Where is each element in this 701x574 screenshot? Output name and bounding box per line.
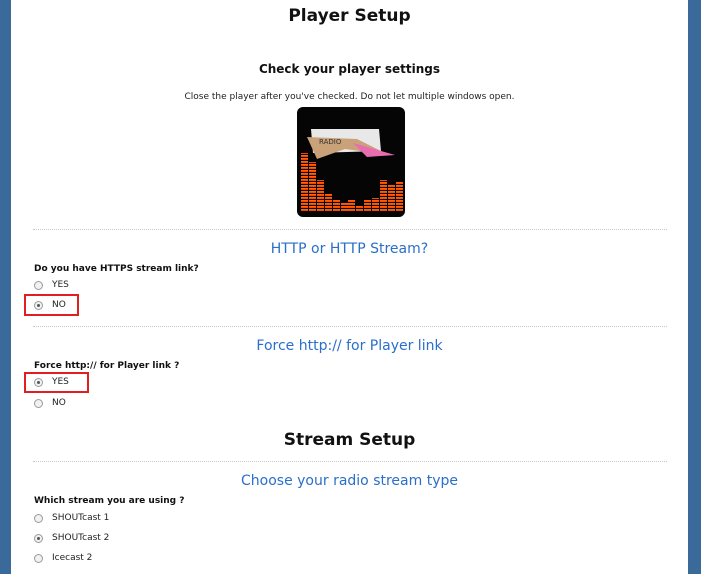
https-section-title: HTTP or HTTP Stream?	[270, 241, 429, 257]
stream-option-shoutcast2[interactable]: SHOUTcast 2	[34, 530, 109, 546]
stream-option-shoutcast1[interactable]: SHOUTcast 1	[34, 510, 109, 526]
stream-question: Which stream you are using ?	[34, 496, 185, 506]
radio-logo-text: RADIO	[319, 138, 342, 146]
highlight-box	[24, 294, 79, 316]
equalizer-bar	[308, 162, 316, 211]
highlight-box	[24, 372, 89, 393]
stream-setup-heading: Stream Setup	[283, 430, 416, 450]
equalizer-bar	[395, 181, 403, 211]
option-label: YES	[52, 280, 69, 290]
equalizer-bar	[380, 180, 387, 211]
equalizer-bar	[316, 180, 324, 211]
radio-button[interactable]	[34, 553, 43, 563]
radio-button[interactable]	[34, 533, 43, 543]
stream-type-title: Choose your radio stream type	[241, 473, 458, 489]
player-preview[interactable]: RADIO	[297, 107, 405, 217]
equalizer-bar	[301, 153, 308, 211]
force-question: Force http:// for Player link ?	[34, 361, 180, 371]
force-option-no[interactable]: NO	[34, 395, 66, 411]
divider	[33, 229, 667, 230]
https-option-yes[interactable]: YES	[34, 277, 69, 293]
https-question: Do you have HTTPS stream link?	[34, 264, 199, 274]
radio-button[interactable]	[34, 398, 43, 408]
radio-button[interactable]	[34, 280, 43, 290]
equalizer-bar	[372, 198, 380, 211]
settings-panel: Player Setup Check your player settings …	[11, 0, 688, 574]
radio-button[interactable]	[34, 513, 43, 523]
divider	[33, 461, 667, 462]
equalizer-bar	[348, 200, 356, 211]
equalizer-bar	[356, 205, 364, 211]
player-check-note: Close the player after you've checked. D…	[184, 92, 515, 102]
option-label: SHOUTcast 2	[52, 533, 110, 543]
equalizer-bar	[324, 194, 332, 211]
equalizer-bar	[340, 202, 348, 211]
player-check-heading: Check your player settings	[258, 62, 441, 76]
equalizer-bar	[364, 199, 372, 211]
divider	[33, 326, 667, 327]
force-section-title: Force http:// for Player link	[256, 338, 443, 354]
option-label: NO	[52, 398, 66, 408]
option-label: SHOUTcast 1	[52, 513, 110, 523]
equalizer-bar	[332, 199, 340, 211]
equalizer-bar	[387, 185, 395, 211]
stream-option-icecast2[interactable]: Icecast 2	[34, 550, 92, 566]
option-label: Icecast 2	[52, 553, 93, 563]
page-title: Player Setup	[288, 6, 411, 26]
